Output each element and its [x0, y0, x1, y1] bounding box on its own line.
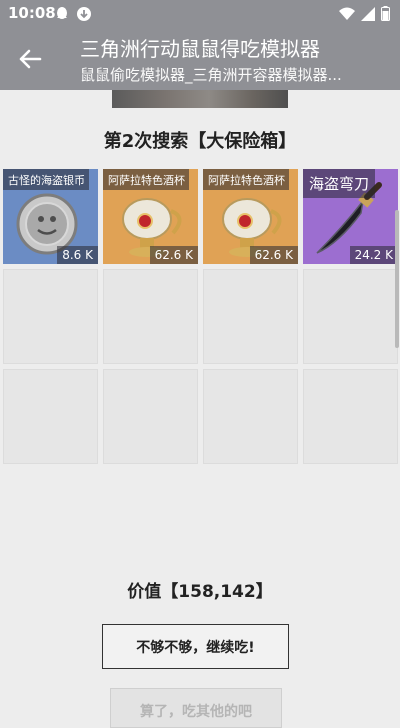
- qq-icon: [57, 7, 67, 19]
- wifi-icon: [339, 7, 355, 20]
- item-price: 62.6 K: [149, 246, 198, 264]
- back-arrow-icon[interactable]: [16, 45, 44, 73]
- empty-slot: [103, 269, 198, 364]
- status-time: 10:08: [8, 4, 56, 22]
- item-price: 8.6 K: [57, 246, 98, 264]
- loot-item[interactable]: 阿萨拉特色酒杯 62.6 K: [103, 169, 198, 264]
- item-name: 古怪的海盗银币: [3, 169, 89, 190]
- status-bar: 10:08: [0, 0, 400, 28]
- download-icon: [77, 7, 91, 21]
- empty-slot: [303, 369, 398, 464]
- item-price: 62.6 K: [249, 246, 298, 264]
- scrollbar-thumb[interactable]: [395, 210, 399, 348]
- app-subtitle: 鼠鼠偷吃模拟器_三角洲开容器模拟器...: [80, 66, 342, 84]
- battery-icon: [381, 6, 390, 21]
- search-title: 第2次搜索【大保险箱】: [103, 131, 297, 152]
- app-bar: 三角洲行动鼠鼠得吃模拟器 鼠鼠偷吃模拟器_三角洲开容器模拟器...: [0, 28, 400, 90]
- signal-icon: [361, 6, 375, 21]
- continue-eating-button[interactable]: 不够不够，继续吃!: [102, 624, 289, 669]
- item-name: 阿萨拉特色酒杯: [103, 169, 189, 190]
- item-name: 阿萨拉特色酒杯: [203, 169, 289, 190]
- loot-item[interactable]: 阿萨拉特色酒杯 62.6 K: [203, 169, 298, 264]
- empty-slot: [303, 269, 398, 364]
- empty-slot: [103, 369, 198, 464]
- total-value: 价值【158,142】: [127, 582, 273, 602]
- loot-item[interactable]: 古怪的海盗银币 8.6 K: [3, 169, 98, 264]
- empty-slot: [3, 269, 98, 364]
- eat-other-button[interactable]: 算了，吃其他的吧: [110, 688, 282, 728]
- empty-slot: [203, 369, 298, 464]
- item-name: 海盗弯刀: [303, 169, 376, 198]
- empty-slot: [3, 369, 98, 464]
- loot-item[interactable]: 海盗弯刀 24.2 K: [303, 169, 398, 264]
- loot-grid: 古怪的海盗银币 8.6 K 阿萨拉特色酒杯 62.6 K 阿萨拉特色酒杯 62.…: [3, 169, 398, 464]
- app-title: 三角洲行动鼠鼠得吃模拟器: [80, 37, 320, 61]
- empty-slot: [203, 269, 298, 364]
- item-price: 24.2 K: [349, 246, 398, 264]
- character-photo: [112, 90, 288, 108]
